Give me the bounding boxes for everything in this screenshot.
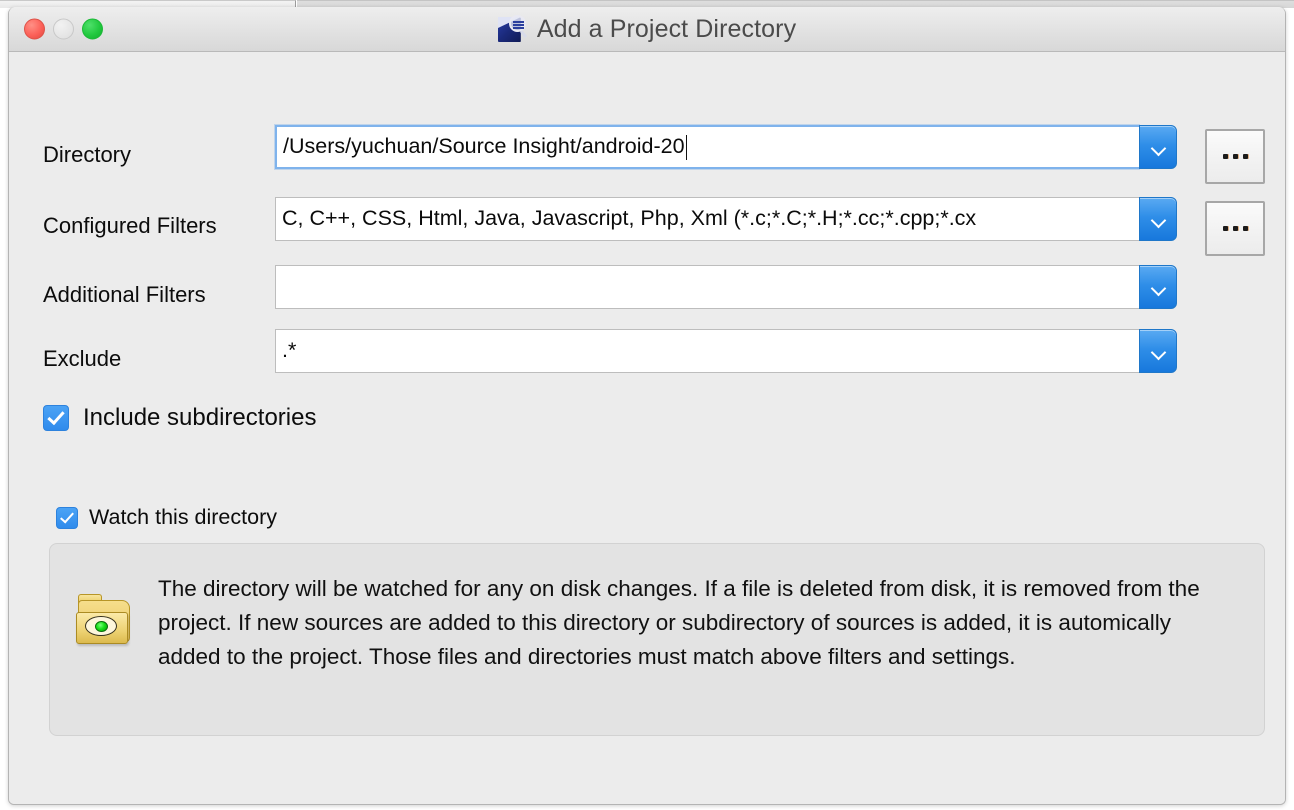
watch-this-directory-label: Watch this directory [89, 505, 277, 529]
watch-description-text: The directory will be watched for any on… [158, 576, 1200, 669]
exclude-input[interactable]: .* [275, 329, 1139, 373]
add-project-directory-dialog: Add a Project Directory Directory /Users… [8, 7, 1286, 805]
additional-filters-combobox[interactable] [275, 265, 1177, 309]
exclude-label-row: Exclude [43, 337, 121, 381]
ellipsis-dot-icon [1222, 226, 1228, 231]
configured-filters-input-value: C, C++, CSS, Html, Java, Javascript, Php… [282, 208, 977, 230]
ellipsis-dot-icon [1232, 154, 1238, 159]
configured-filters-label-row: Configured Filters [43, 204, 217, 248]
directory-input[interactable]: /Users/yuchuan/Source Insight/android-20 [275, 125, 1139, 169]
directory-dropdown-button[interactable] [1139, 125, 1177, 169]
checkmark-icon [47, 407, 65, 426]
ellipsis-dot-icon [1242, 154, 1248, 159]
watched-folder-eye-icon [76, 594, 134, 650]
additional-filters-dropdown-button[interactable] [1139, 265, 1177, 309]
chevron-down-icon [1151, 140, 1166, 155]
configured-filters-browse-button[interactable] [1205, 201, 1265, 256]
dialog-body: Directory /Users/yuchuan/Source Insight/… [9, 52, 1285, 804]
additional-filters-input[interactable] [275, 265, 1139, 309]
dialog-title: Add a Project Directory [536, 14, 797, 43]
exclude-combobox[interactable]: .* [275, 329, 1177, 373]
configured-filters-combobox[interactable]: C, C++, CSS, Html, Java, Javascript, Php… [275, 197, 1177, 241]
exclude-label: Exclude [43, 346, 122, 371]
include-subdirectories-label: Include subdirectories [83, 404, 317, 431]
checkmark-icon [60, 508, 74, 524]
chevron-down-icon [1151, 212, 1166, 227]
chevron-down-icon [1151, 344, 1166, 359]
configured-filters-label: Configured Filters [43, 213, 217, 238]
directory-input-value: /Users/yuchuan/Source Insight/android-20 [283, 136, 685, 158]
ellipsis-dot-icon [1242, 226, 1248, 231]
watch-this-directory-row[interactable]: Watch this directory [56, 505, 277, 530]
include-subdirectories-checkbox[interactable] [43, 405, 69, 431]
additional-filters-label: Additional Filters [43, 282, 206, 307]
include-subdirectories-row[interactable]: Include subdirectories [43, 404, 316, 432]
directory-browse-button[interactable] [1205, 129, 1265, 184]
source-insight-magnifier-icon [497, 15, 528, 43]
exclude-dropdown-button[interactable] [1139, 329, 1177, 373]
configured-filters-input[interactable]: C, C++, CSS, Html, Java, Javascript, Php… [275, 197, 1139, 241]
minimize-window-button[interactable] [53, 18, 74, 40]
directory-label: Directory [43, 142, 132, 167]
maximize-window-button[interactable] [82, 18, 103, 40]
directory-label-row: Directory [43, 133, 131, 177]
directory-combobox[interactable]: /Users/yuchuan/Source Insight/android-20 [275, 125, 1177, 169]
exclude-input-value: .* [282, 340, 297, 362]
dialog-titlebar: Add a Project Directory [9, 7, 1285, 52]
configured-filters-dropdown-button[interactable] [1139, 197, 1177, 241]
window-controls [24, 18, 103, 40]
close-window-button[interactable] [24, 18, 45, 40]
ellipsis-dot-icon [1222, 154, 1228, 159]
screen: Add a Project Directory Directory /Users… [0, 0, 1294, 810]
ellipsis-dot-icon [1232, 226, 1238, 231]
text-caret [685, 134, 688, 160]
chevron-down-icon [1151, 280, 1166, 295]
watch-this-directory-checkbox[interactable] [56, 506, 78, 529]
additional-filters-label-row: Additional Filters [43, 273, 206, 317]
title-group: Add a Project Directory [497, 14, 797, 44]
watch-description-panel: The directory will be watched for any on… [49, 543, 1265, 736]
